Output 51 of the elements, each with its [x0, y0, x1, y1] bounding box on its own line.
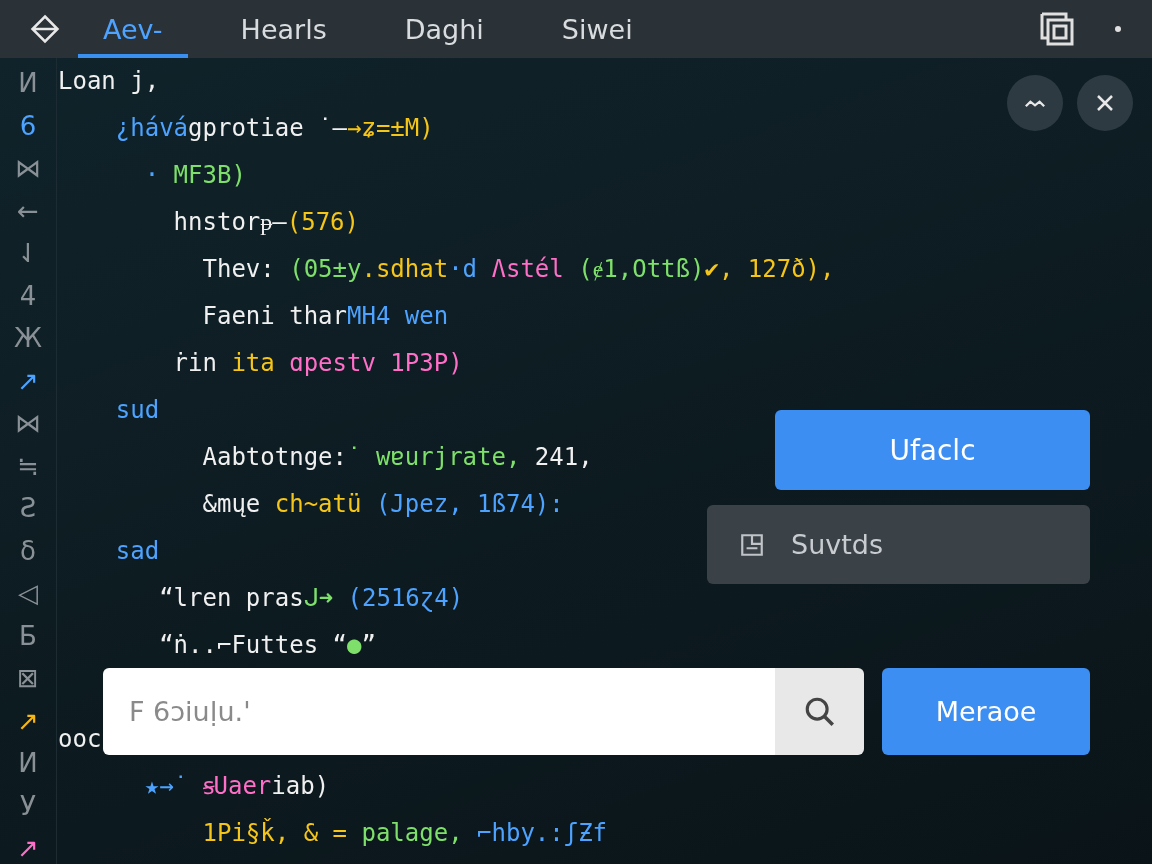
code-line: ¿hávágprotiae ˙—→ʑ=±M) [114, 113, 434, 144]
gutter-mark: ⋈ [15, 407, 41, 440]
code-line: Aabtotnge:˙ wɐurjrate, 241, [201, 442, 593, 473]
code-line: · MF3B) [143, 160, 246, 191]
tab[interactable]: Siwei [536, 0, 658, 58]
tab[interactable]: Hearls [215, 0, 352, 58]
code-line: hnstorᵽ—(576) [172, 207, 359, 238]
code-line: 1Pi§ǩ, & = palage, ⌐hby.:ʃƵf [201, 817, 608, 849]
gutter-mark: Ж [14, 322, 42, 355]
gutter-mark: ẟ [20, 534, 36, 568]
secondary-button[interactable]: Suvtds [707, 505, 1090, 584]
gutter-mark: ↗ [17, 704, 39, 738]
gutter-mark: 4 [19, 279, 37, 313]
tab[interactable]: Daghi [379, 0, 509, 58]
gutter-mark: ↗ [17, 832, 39, 864]
code-line: Loan j, [58, 66, 160, 97]
more-icon[interactable] [1114, 25, 1122, 33]
close-icon [1095, 93, 1115, 113]
gutter-mark: ◁ [18, 577, 38, 610]
close-button[interactable] [1077, 75, 1133, 131]
gutter-mark: ⇃ [17, 237, 39, 270]
document-icon [739, 531, 765, 558]
gutter-mark: 6 [19, 109, 37, 143]
search-field[interactable]: F 6ɔiuḷu.' [103, 668, 775, 755]
code-line: Thev: (05±y.sdhat·d Ʌstél (ɇ1,Ottß)✔, 127ð), [201, 254, 835, 285]
gutter-mark: И [18, 67, 38, 100]
gutter-mark: ⊠ [17, 662, 39, 695]
gutter-mark: ↗ [17, 364, 39, 398]
code-line: sud [114, 395, 160, 426]
code-line: “lren prasᒍ➜ (2516ɀ4) [158, 583, 464, 614]
gutter-mark: ≒ [17, 449, 39, 483]
code-line: sad [114, 536, 160, 567]
code-line: ṙin ita ɑpestv 1P3P) [172, 348, 463, 379]
code-line: &mųe ch~atü (Jpez, 1ß74): [201, 489, 564, 520]
gutter-mark: ← [17, 194, 39, 228]
collapse-button[interactable] [1007, 75, 1063, 131]
replace-button[interactable]: Meraoe [882, 668, 1090, 755]
gutter-mark: Ƃ [19, 619, 37, 653]
wave-icon [1024, 97, 1046, 109]
gutter-mark: У [20, 789, 36, 823]
primary-button[interactable]: Ufaclc [775, 410, 1090, 490]
diamond-icon[interactable] [30, 14, 60, 44]
gutter-mark: И [18, 747, 38, 780]
code-line: Faeni tharMH4 wen [201, 301, 449, 332]
search-button[interactable] [775, 668, 864, 755]
code-line: ★→˙ ꞩUaeriab) [143, 771, 330, 802]
code-line: ooc [58, 724, 102, 755]
layers-icon[interactable] [1040, 12, 1074, 46]
gutter-mark: ⋈ [15, 152, 41, 185]
gutter-mark: Ƨ [19, 492, 37, 525]
code-line: “ṅ..⌐Futtes “●” [158, 630, 376, 661]
